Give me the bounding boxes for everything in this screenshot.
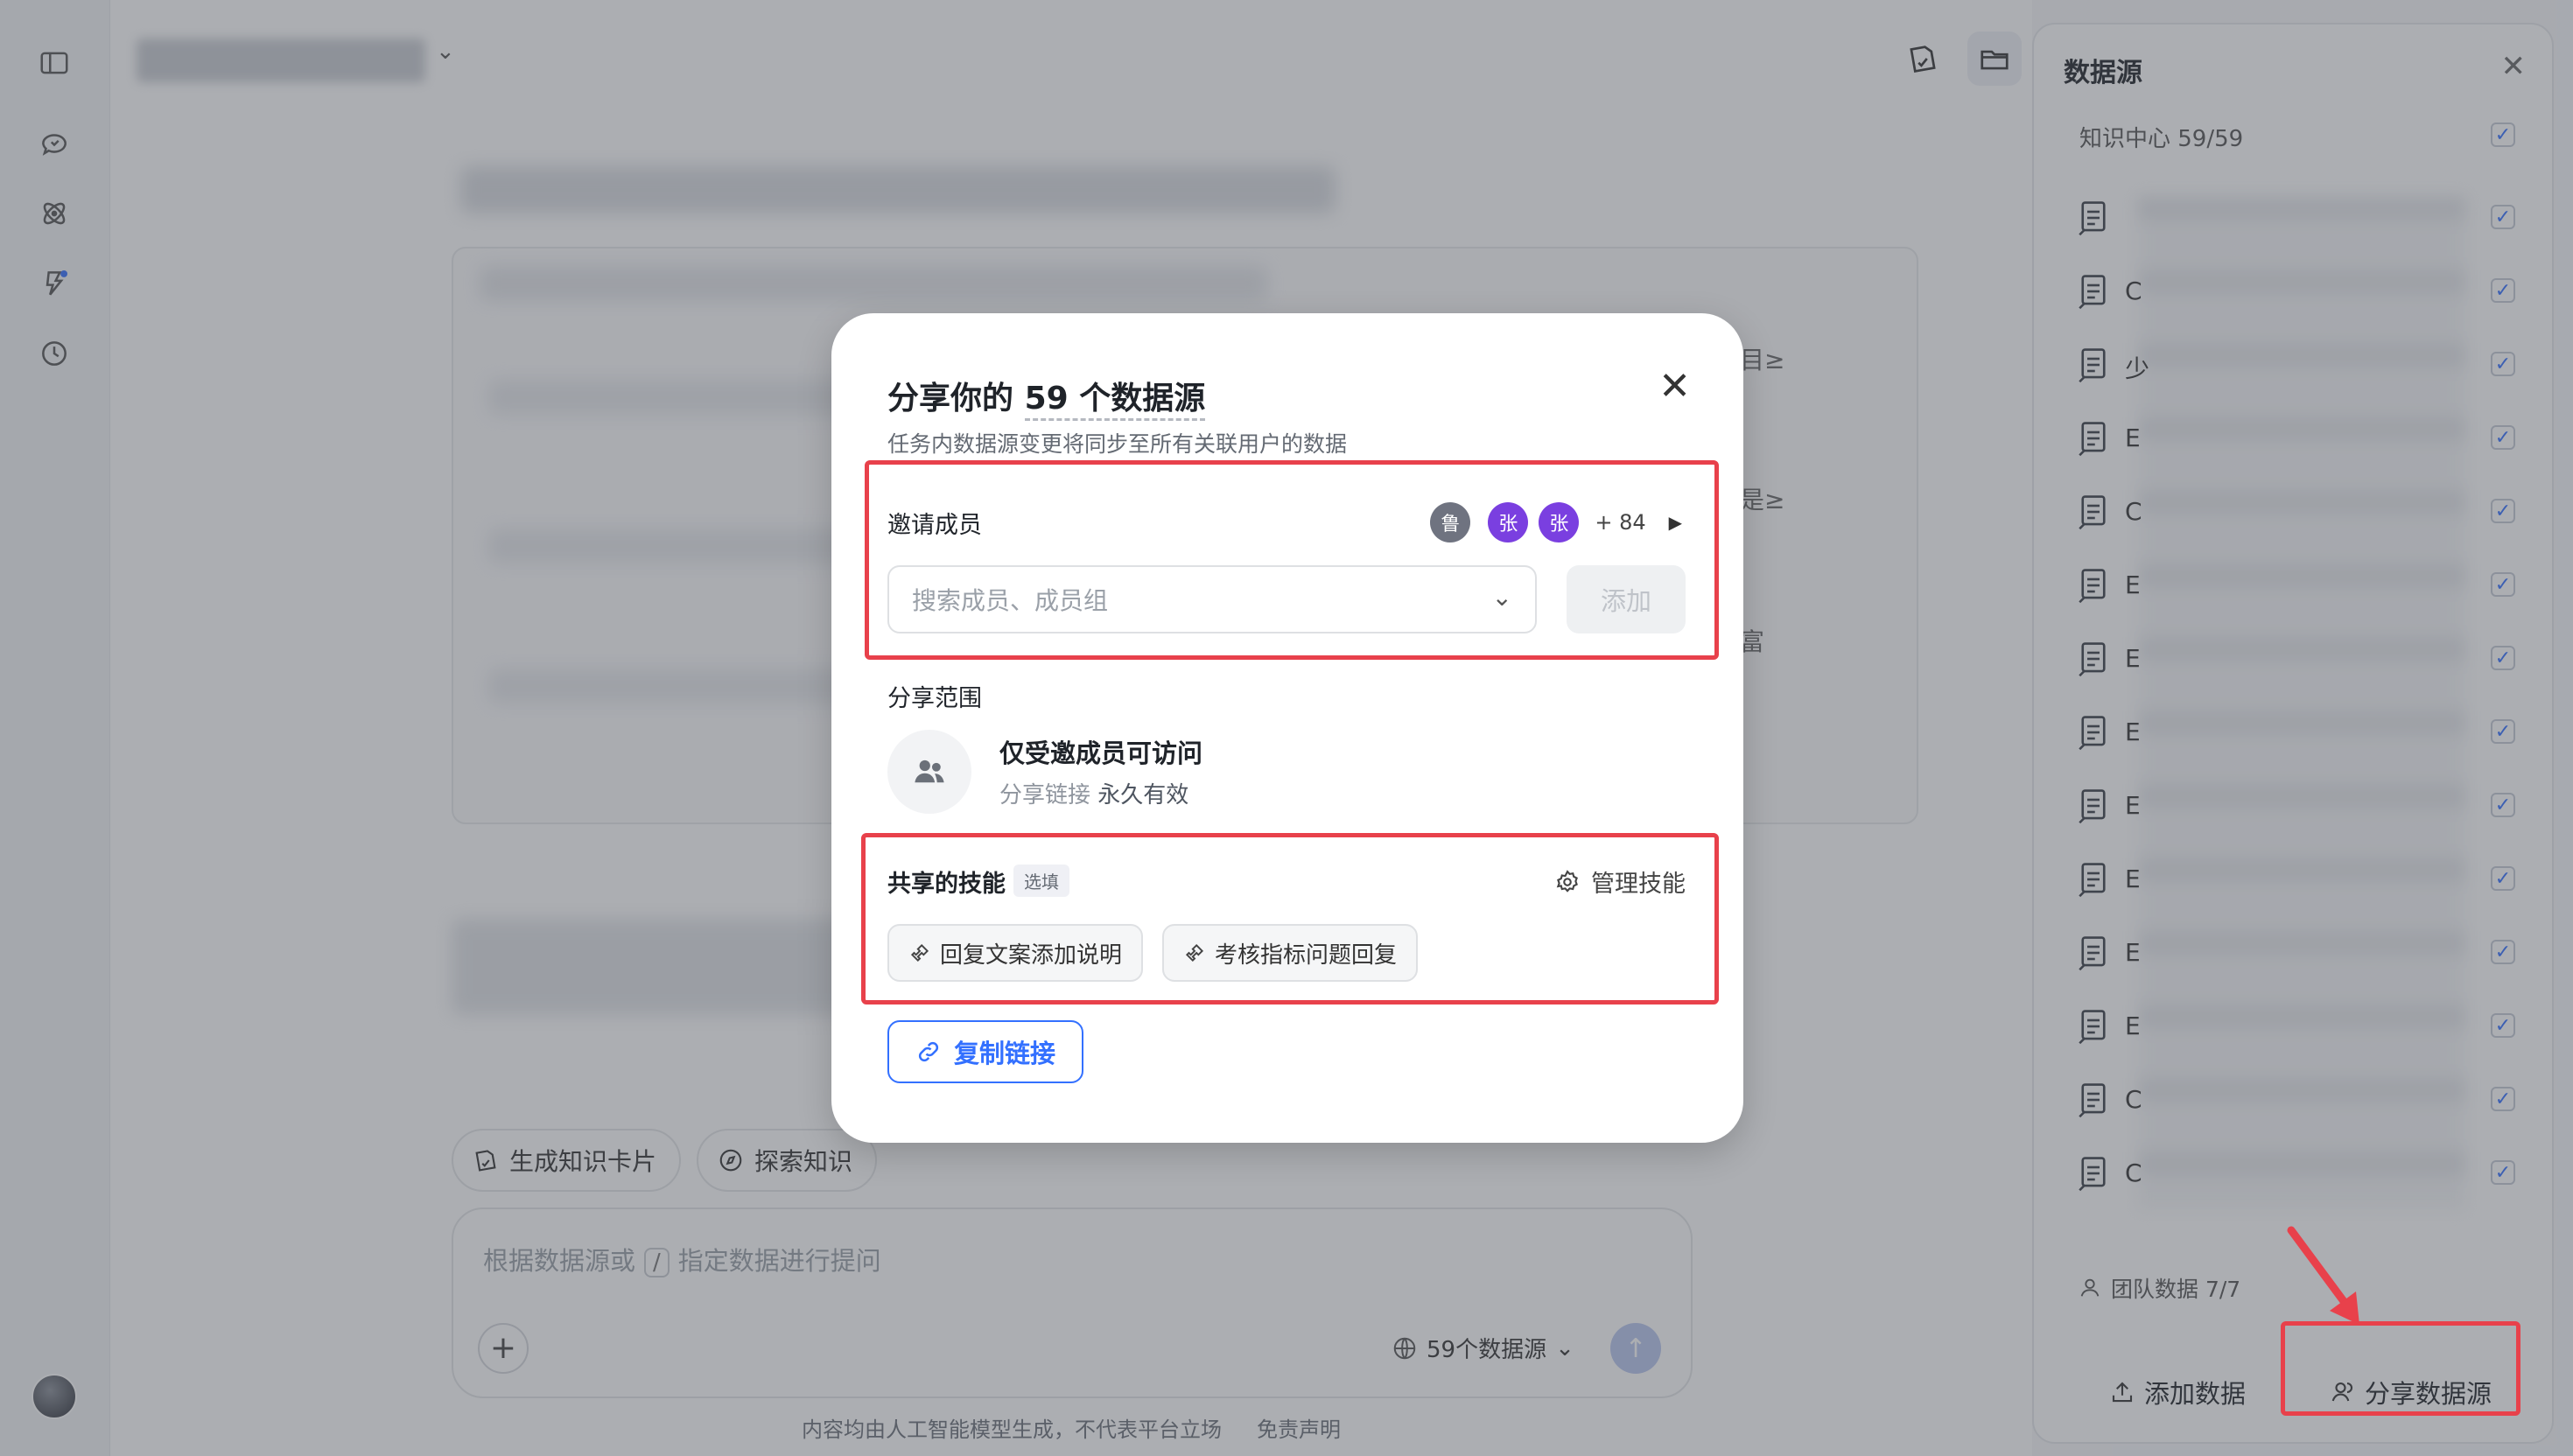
share-datasource-dialog: 分享你的 59 个数据源 ✕ 任务内数据源变更将同步至所有关联用户的数据 邀请成… [831,313,1743,1143]
scope-title[interactable]: 仅受邀成员可访问 [999,733,1202,770]
close-icon[interactable]: ✕ [1658,368,1691,406]
link-icon [918,1041,939,1062]
dialog-title: 分享你的 59 个数据源 [887,373,1206,421]
datasource-count-link[interactable]: 59 个数据源 [1024,381,1206,421]
annotation-box-skills [861,833,1719,1004]
link-validity[interactable]: 永久有效 [1097,782,1188,808]
copy-link-label: 复制链接 [954,1039,1056,1068]
title-prefix: 分享你的 [887,381,1014,416]
link-label: 分享链接 [999,782,1091,808]
share-scope-label: 分享范围 [887,685,982,712]
users-icon [887,730,971,814]
annotation-arrow [2287,1226,2359,1325]
dialog-subtitle: 任务内数据源变更将同步至所有关联用户的数据 [887,431,1348,457]
copy-link-button[interactable]: 复制链接 [887,1020,1084,1083]
annotation-box-invite [865,460,1719,660]
scope-subtitle: 分享链接 永久有效 [999,777,1188,809]
